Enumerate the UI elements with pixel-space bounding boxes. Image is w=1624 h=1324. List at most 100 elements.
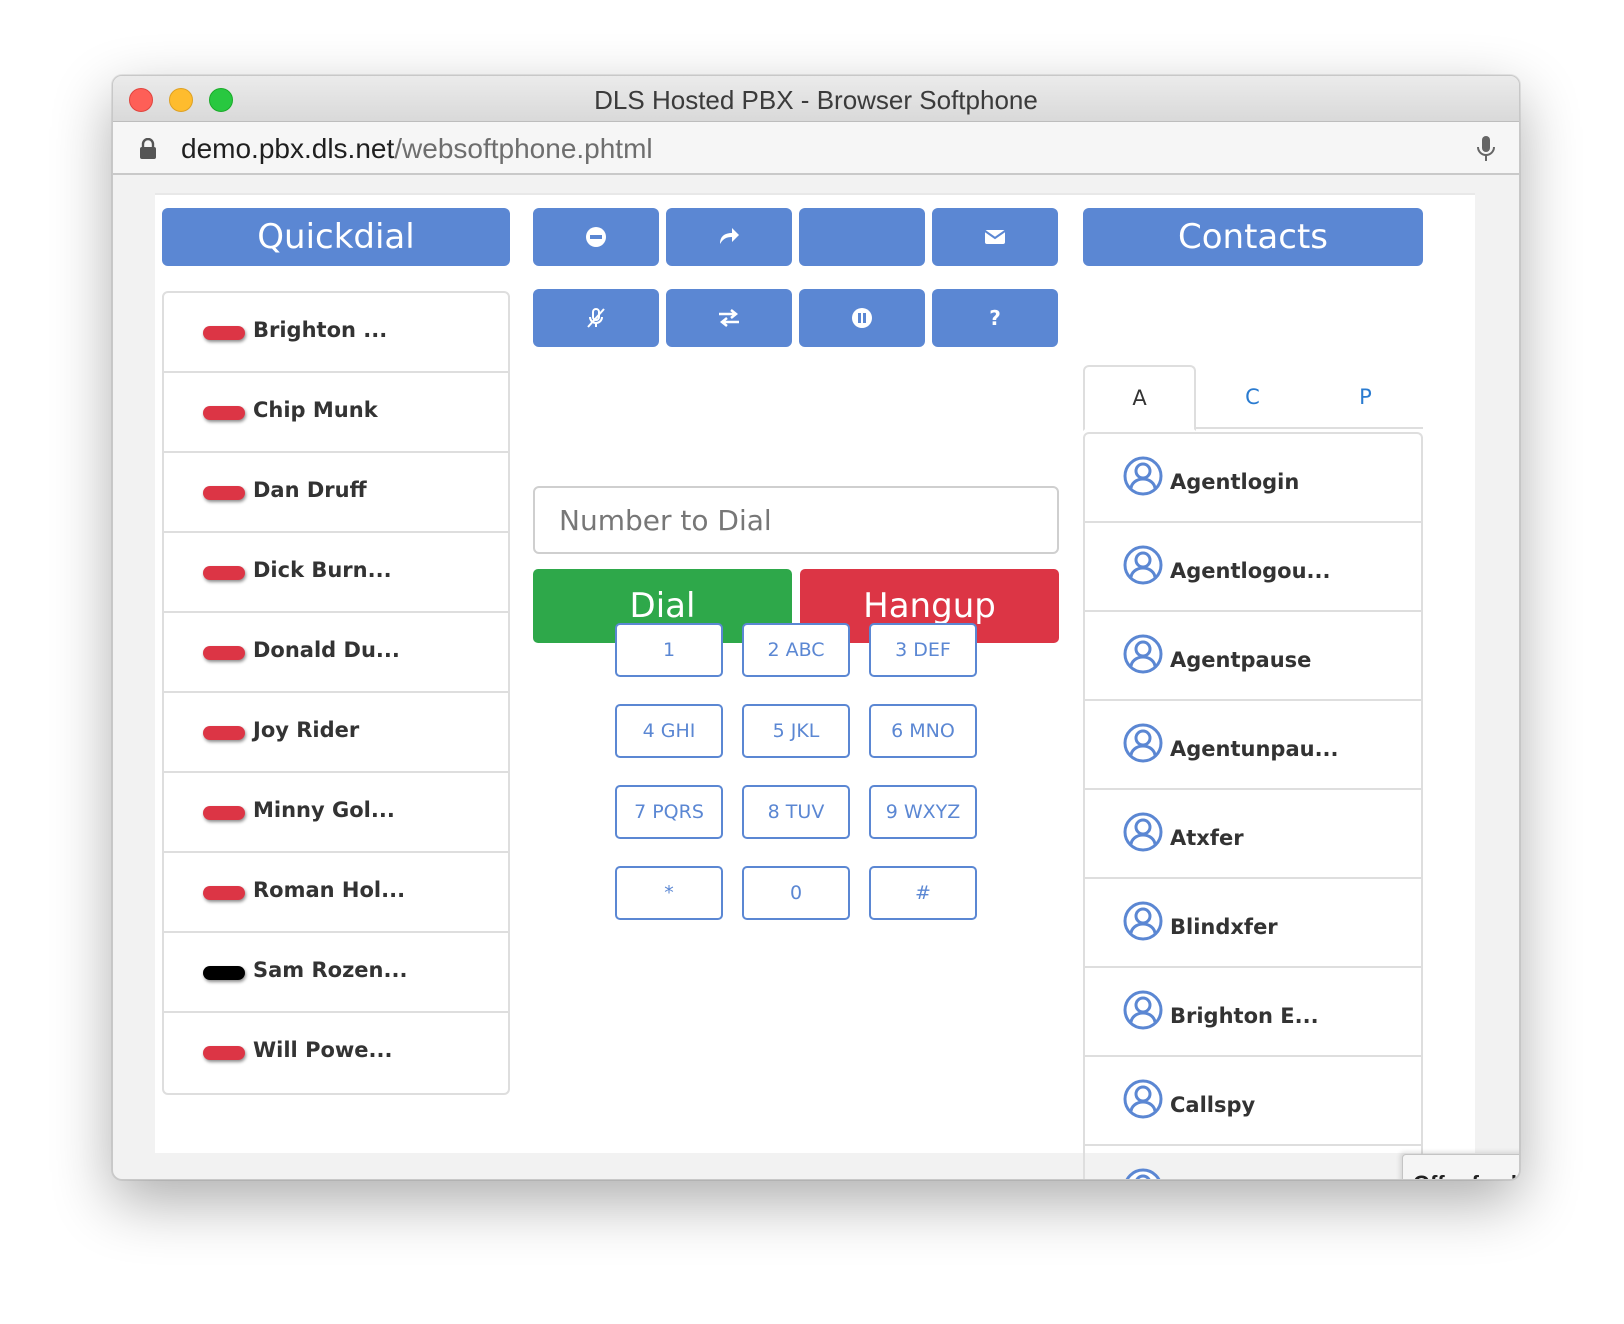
status-indicator-icon [203,886,245,900]
keypad-key[interactable]: 7 PQRS [615,785,723,839]
contact-item[interactable]: Brighton E... [1085,968,1421,1057]
status-indicator-icon [203,966,245,980]
quickdial-item-label: Dan Druff [253,478,367,502]
pause-icon [852,308,872,328]
keypad-key[interactable]: * [615,866,723,920]
window-title: DLS Hosted PBX - Browser Softphone [594,85,1038,115]
quickdial-item-label: Chip Munk [253,398,378,422]
quickdial-item-label: Will Powe... [253,1038,393,1062]
contact-item-label: Atxfer [1170,826,1244,850]
number-to-dial-input[interactable] [533,486,1059,554]
envelope-icon [984,230,1006,244]
transfer-button[interactable] [666,289,792,347]
quickdial-item-label: Sam Rozen... [253,958,408,982]
url-text[interactable]: demo.pbx.dls.net/websoftphone.phtml [181,133,653,165]
contacts-tabs: A C P [1083,365,1423,431]
status-indicator-icon [203,406,245,420]
quickdial-item[interactable]: Brighton ... [164,293,508,373]
keypad-key[interactable]: 6 MNO [869,704,977,758]
url-path: /websoftphone.phtml [394,133,653,164]
quickdial-item[interactable]: Dick Burn... [164,533,508,613]
voicemail-button[interactable] [932,208,1058,266]
quickdial-item[interactable]: Will Powe... [164,1013,508,1093]
user-avatar-icon [1123,990,1163,1030]
contact-item-label: Agentunpau... [1170,737,1339,761]
contact-item-label: Agentlogou... [1170,559,1331,583]
quickdial-item-label: Roman Hol... [253,878,406,902]
contact-item[interactable]: Atxfer [1085,790,1421,879]
share-arrow-icon [720,228,739,244]
contacts-header-button[interactable]: Contacts [1083,208,1423,266]
status-indicator-icon [203,326,245,340]
keypad-key[interactable]: 4 GHI [615,704,723,758]
help-button[interactable]: ? [932,289,1058,347]
quickdial-item-label: Dick Burn... [253,558,392,582]
minus-circle-icon [586,227,606,247]
contact-item[interactable]: Callspy [1085,1057,1421,1146]
quickdial-item-label: Brighton ... [253,318,388,342]
user-avatar-icon [1123,634,1163,674]
user-avatar-icon [1123,901,1163,941]
quickdial-item[interactable]: Chip Munk [164,373,508,453]
status-indicator-icon [203,726,245,740]
contact-item[interactable]: Agentlogin [1085,434,1421,523]
contact-item-label: Callspy [1170,1093,1256,1117]
tab-a[interactable]: A [1083,365,1196,431]
contact-item[interactable]: Agentunpau... [1085,701,1421,790]
quickdial-item[interactable]: Roman Hol... [164,853,508,933]
status-indicator-icon [203,566,245,580]
tab-p[interactable]: P [1309,365,1422,429]
quickdial-item-label: Donald Du... [253,638,400,662]
contact-item-label: Blindxfer [1170,915,1278,939]
transfer-arrows-icon [719,309,739,327]
quickdial-item[interactable]: Sam Rozen... [164,933,508,1013]
user-avatar-icon [1123,456,1163,496]
status-indicator-icon [203,646,245,660]
microphone-icon[interactable] [1475,135,1497,163]
mute-button[interactable] [533,289,659,347]
keypad-key[interactable]: 3 DEF [869,623,977,677]
keypad-key[interactable]: 8 TUV [742,785,850,839]
url-host: demo.pbx.dls.net [181,133,395,164]
hold-button[interactable] [799,289,925,347]
contact-item-label: Agentpause [1170,648,1312,672]
tab-c[interactable]: C [1196,365,1309,429]
quickdial-list: Brighton ... Chip Munk Dan Druff Dick Burn.… [162,291,510,1095]
title-bar: DLS Hosted PBX - Browser Softphone [113,76,1519,122]
contact-item[interactable]: Blindxfer [1085,879,1421,968]
contact-item-label: Brighton E... [1170,1004,1319,1028]
quickdial-item[interactable]: Minny Gol... [164,773,508,853]
quickdial-item-label: Minny Gol... [253,798,395,822]
contacts-list: Agentlogin Agentlogou... Agentpause Agentun… [1083,432,1423,1179]
question-icon: ? [989,306,1001,330]
softphone-content: Quickdial Brighton ... Chip Munk Dan Druff… [155,193,1475,1179]
contact-item[interactable]: Agentlogou... [1085,523,1421,612]
lock-icon [140,138,156,159]
mic-off-icon [587,308,605,328]
status-indicator-icon [203,486,245,500]
blank-action-button[interactable] [799,208,925,266]
keypad-key[interactable]: 9 WXYZ [869,785,977,839]
contact-item-label: Agentlogin [1170,470,1300,494]
quickdial-header-button[interactable]: Quickdial [162,208,510,266]
quickdial-item[interactable]: Joy Rider [164,693,508,773]
forward-button[interactable] [666,208,792,266]
contact-item[interactable]: Agentpause [1085,612,1421,701]
quickdial-item[interactable]: Donald Du... [164,613,508,693]
reject-button[interactable] [533,208,659,266]
keypad-key[interactable]: # [869,866,977,920]
keypad-key[interactable]: 5 JKL [742,704,850,758]
offer-feedback-button[interactable]: Offer feedback [1402,1154,1519,1179]
user-avatar-icon [1123,812,1163,852]
address-bar[interactable]: demo.pbx.dls.net/websoftphone.phtml [113,122,1519,175]
user-avatar-icon [1123,545,1163,585]
keypad-key[interactable]: 0 [742,866,850,920]
keypad-key[interactable]: 1 [615,623,723,677]
status-indicator-icon [203,1046,245,1060]
user-avatar-icon [1123,1079,1163,1119]
quickdial-item[interactable]: Dan Druff [164,453,508,533]
user-avatar-icon [1125,1168,1161,1179]
browser-window: DLS Hosted PBX - Browser Softphone demo.… [112,75,1520,1180]
contact-item-partial[interactable] [1085,1146,1421,1179]
keypad-key[interactable]: 2 ABC [742,623,850,677]
